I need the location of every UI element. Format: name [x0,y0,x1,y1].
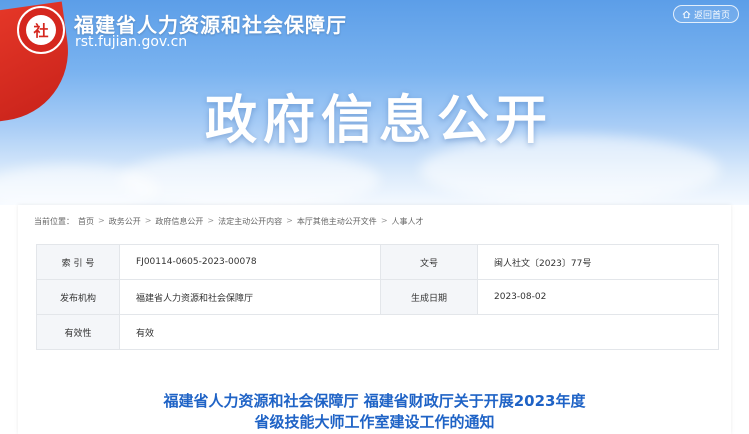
content-panel: 当前位置： 首页 > 政务公开 > 政府信息公开 > 法定主动公开内容 > 本厅… [18,205,731,434]
logo-emblem: 社 [26,15,56,45]
breadcrumb-separator: > [144,216,152,225]
breadcrumb: 当前位置： 首页 > 政务公开 > 政府信息公开 > 法定主动公开内容 > 本厅… [34,216,424,227]
document-info-table: 索 引 号 FJ00114-0605-2023-00078 文号 闽人社文〔20… [36,244,719,350]
home-button[interactable]: 返回首页 [672,5,739,23]
home-button-label: 返回首页 [693,10,730,21]
validity-label: 有效性 [36,314,120,350]
breadcrumb-separator: > [98,216,105,225]
date-label: 生成日期 [380,279,478,315]
breadcrumb-other-files[interactable]: 本厅其他主动公开文件 [297,216,377,227]
breadcrumb-personnel[interactable]: 人事人才 [392,216,424,227]
breadcrumb-legal-content[interactable]: 法定主动公开内容 [218,216,282,227]
doc-number-label: 文号 [380,244,478,280]
table-row: 发布机构 福建省人力资源和社会保障厅 生成日期 2023-08-02 [36,279,719,315]
breadcrumb-separator: > [207,216,215,225]
breadcrumb-separator: > [286,216,293,225]
site-url: rst.fujian.gov.cn [75,34,188,50]
breadcrumb-separator: > [380,216,388,225]
home-icon [682,10,691,18]
cloud-decoration [120,150,380,205]
breadcrumb-gov-affairs[interactable]: 政务公开 [109,216,141,227]
index-label: 索 引 号 [36,244,120,280]
issuer-value: 福建省人力资源和社会保障厅 [119,279,381,315]
issuer-label: 发布机构 [36,279,120,315]
document-title-line-1: 福建省人力资源和社会保障厅 福建省财政厅关于开展2023年度 [163,392,586,410]
header-banner: 社 福建省人力资源和社会保障厅 rst.fujian.gov.cn 返回首页 政… [0,0,749,205]
breadcrumb-prefix: 当前位置： [34,217,74,226]
banner-title: 政府信息公开 [205,91,554,151]
index-value: FJ00114-0605-2023-00078 [119,244,381,280]
date-value: 2023-08-02 [477,279,719,315]
validity-value: 有效 [119,314,719,350]
table-row: 有效性 有效 [36,314,719,350]
ministry-logo[interactable]: 社 [17,6,65,54]
breadcrumb-gov-info[interactable]: 政府信息公开 [155,216,203,227]
breadcrumb-home[interactable]: 首页 [78,216,94,227]
table-row: 索 引 号 FJ00114-0605-2023-00078 文号 闽人社文〔20… [36,244,719,280]
document-title-line-2: 省级技能大师工作室建设工作的通知 [254,413,495,431]
doc-number-value: 闽人社文〔2023〕77号 [477,244,719,280]
